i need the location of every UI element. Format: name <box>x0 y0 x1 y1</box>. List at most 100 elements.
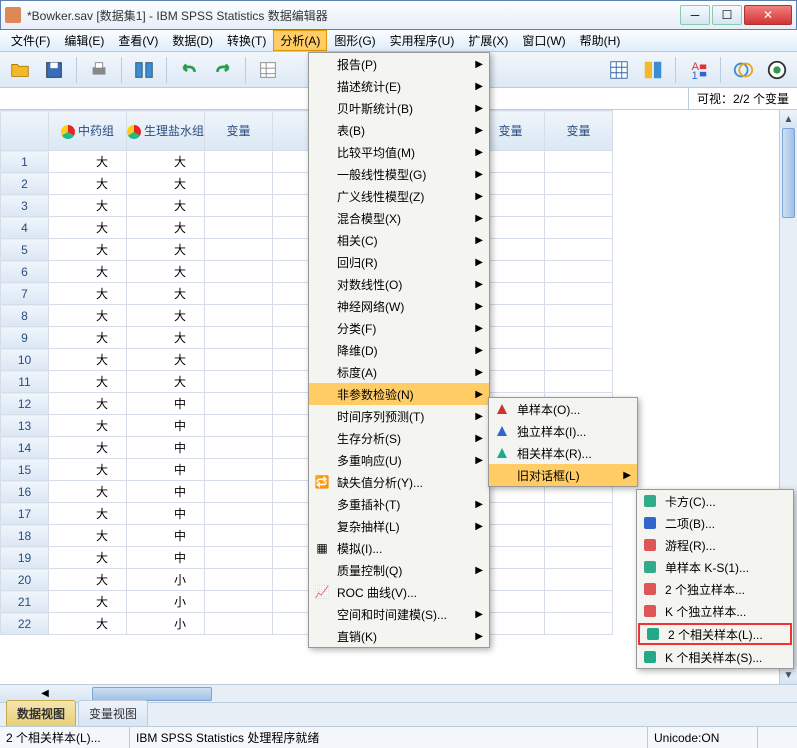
legacy-item[interactable]: K 个相关样本(S)... <box>637 646 793 668</box>
analyze-item[interactable]: 空间和时间建模(S)...▶ <box>309 603 489 625</box>
close-button[interactable]: ✕ <box>744 5 792 25</box>
analyze-item[interactable]: 比较平均值(M)▶ <box>309 141 489 163</box>
analyze-item[interactable]: 直销(K)▶ <box>309 625 489 647</box>
data-cell[interactable]: 大 <box>49 393 127 415</box>
legacy-item[interactable]: K 个独立样本... <box>637 600 793 622</box>
row-header[interactable]: 4 <box>1 217 49 239</box>
tab-data-view[interactable]: 数据视图 <box>6 700 76 726</box>
data-cell[interactable]: 大 <box>49 305 127 327</box>
analyze-item[interactable]: 描述统计(E)▶ <box>309 75 489 97</box>
data-cell[interactable]: 小 <box>127 569 205 591</box>
row-header[interactable]: 7 <box>1 283 49 305</box>
menu-edit[interactable]: 编辑(E) <box>57 30 111 51</box>
legacy-item[interactable]: 二项(B)... <box>637 512 793 534</box>
menu-utilities[interactable]: 实用程序(U) <box>383 30 462 51</box>
menu-transform[interactable]: 转换(T) <box>220 30 273 51</box>
goto-icon[interactable] <box>254 56 282 84</box>
analyze-item[interactable]: 生存分析(S)▶ <box>309 427 489 449</box>
row-header[interactable]: 20 <box>1 569 49 591</box>
data-cell[interactable]: 大 <box>49 547 127 569</box>
analyze-item[interactable]: 📈ROC 曲线(V)... <box>309 581 489 603</box>
analyze-item[interactable]: 对数线性(O)▶ <box>309 273 489 295</box>
analyze-item[interactable]: 降维(D)▶ <box>309 339 489 361</box>
data-cell[interactable]: 大 <box>127 283 205 305</box>
data-cell[interactable]: 小 <box>127 613 205 635</box>
print-icon[interactable] <box>85 56 113 84</box>
row-header[interactable]: 6 <box>1 261 49 283</box>
analyze-item[interactable]: 神经网络(W)▶ <box>309 295 489 317</box>
data-cell[interactable]: 大 <box>127 261 205 283</box>
data-cell[interactable]: 大 <box>49 459 127 481</box>
data-cell[interactable]: 大 <box>49 283 127 305</box>
analyze-item[interactable]: 多重响应(U)▶ <box>309 449 489 471</box>
data-cell[interactable]: 大 <box>49 151 127 173</box>
data-cell[interactable]: 中 <box>127 437 205 459</box>
data-cell[interactable]: 大 <box>127 217 205 239</box>
row-header[interactable]: 19 <box>1 547 49 569</box>
analyze-item[interactable]: 时间序列预测(T)▶ <box>309 405 489 427</box>
legacy-item[interactable]: 单样本 K-S(1)... <box>637 556 793 578</box>
analyze-item[interactable]: 一般线性模型(G)▶ <box>309 163 489 185</box>
data-cell[interactable]: 中 <box>127 481 205 503</box>
data-cell[interactable]: 大 <box>49 327 127 349</box>
row-header[interactable]: 21 <box>1 591 49 613</box>
data-cell[interactable]: 大 <box>49 613 127 635</box>
data-cell[interactable]: 大 <box>49 349 127 371</box>
data-cell[interactable]: 大 <box>49 173 127 195</box>
analyze-item[interactable]: 标度(A)▶ <box>309 361 489 383</box>
data-cell[interactable]: 大 <box>49 415 127 437</box>
row-header[interactable]: 2 <box>1 173 49 195</box>
row-header[interactable]: 1 <box>1 151 49 173</box>
analyze-item[interactable]: 多重插补(T)▶ <box>309 493 489 515</box>
data-cell[interactable]: 中 <box>127 503 205 525</box>
nonparam-item[interactable]: 相关样本(R)... <box>489 442 637 464</box>
data-cell[interactable]: 大 <box>127 305 205 327</box>
data-cell[interactable]: 大 <box>49 217 127 239</box>
analyze-item[interactable]: 非参数检验(N)▶ <box>309 383 489 405</box>
save-icon[interactable] <box>40 56 68 84</box>
row-header[interactable]: 3 <box>1 195 49 217</box>
analyze-item[interactable]: 质量控制(Q)▶ <box>309 559 489 581</box>
scroll-up-icon[interactable]: ▲ <box>780 110 797 128</box>
data-cell[interactable]: 大 <box>49 503 127 525</box>
analyze-item[interactable]: 广义线性模型(Z)▶ <box>309 185 489 207</box>
redo-icon[interactable] <box>209 56 237 84</box>
nonparam-item[interactable]: 独立样本(I)... <box>489 420 637 442</box>
nonparam-item[interactable]: 单样本(O)... <box>489 398 637 420</box>
run-icon[interactable] <box>763 56 791 84</box>
minimize-button[interactable]: ─ <box>680 5 710 25</box>
analyze-item[interactable]: 混合模型(X)▶ <box>309 207 489 229</box>
find-icon[interactable] <box>639 56 667 84</box>
hscroll-thumb[interactable] <box>92 687 212 701</box>
nonparam-item[interactable]: 旧对话框(L)▶ <box>489 464 637 486</box>
col-header-empty[interactable]: 变量 <box>205 111 273 151</box>
data-cell[interactable]: 大 <box>127 151 205 173</box>
row-header[interactable]: 13 <box>1 415 49 437</box>
menu-file[interactable]: 文件(F) <box>4 30 57 51</box>
legacy-item[interactable]: 2 个相关样本(L)... <box>638 623 792 645</box>
data-cell[interactable]: 大 <box>49 195 127 217</box>
data-cell[interactable]: 小 <box>127 591 205 613</box>
data-cell[interactable]: 大 <box>49 481 127 503</box>
data-cell[interactable]: 中 <box>127 525 205 547</box>
menu-data[interactable]: 数据(D) <box>165 30 220 51</box>
recall-icon[interactable] <box>130 56 158 84</box>
data-cell[interactable]: 大 <box>127 349 205 371</box>
legacy-item[interactable]: 2 个独立样本... <box>637 578 793 600</box>
analyze-item[interactable]: 贝叶斯统计(B)▶ <box>309 97 489 119</box>
data-cell[interactable]: 大 <box>127 327 205 349</box>
col-header-2[interactable]: 生理盐水组 <box>127 111 205 151</box>
row-header[interactable]: 22 <box>1 613 49 635</box>
data-cell[interactable]: 大 <box>127 173 205 195</box>
data-cell[interactable]: 大 <box>49 371 127 393</box>
analyze-item[interactable]: 相关(C)▶ <box>309 229 489 251</box>
data-cell[interactable]: 中 <box>127 393 205 415</box>
row-header[interactable]: 15 <box>1 459 49 481</box>
data-cell[interactable]: 大 <box>127 371 205 393</box>
row-header[interactable]: 9 <box>1 327 49 349</box>
menu-window[interactable]: 窗口(W) <box>515 30 572 51</box>
value-labels-icon[interactable]: A1 <box>684 56 712 84</box>
menu-graphs[interactable]: 图形(G) <box>327 30 382 51</box>
scroll-thumb[interactable] <box>782 128 795 218</box>
undo-icon[interactable] <box>175 56 203 84</box>
